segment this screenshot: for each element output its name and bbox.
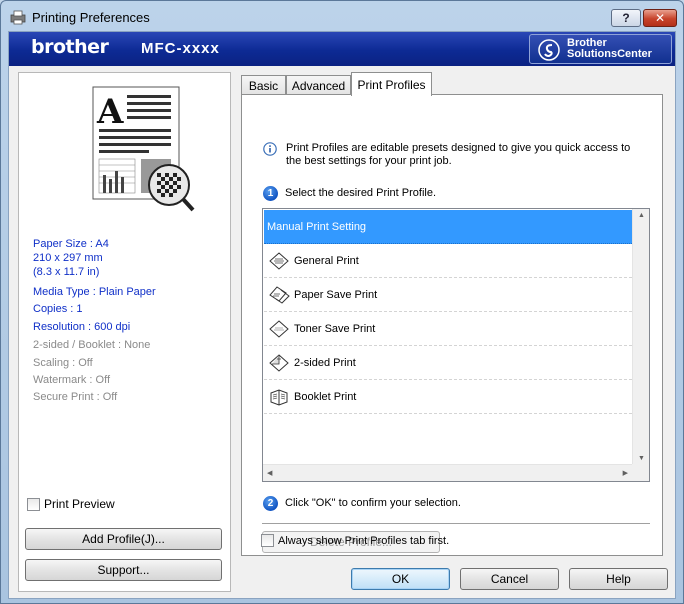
- always-show-checkbox[interactable]: [261, 534, 274, 547]
- print-profiles-panel: Print Profiles are editable presets desi…: [241, 94, 663, 556]
- tab-basic[interactable]: Basic: [241, 75, 286, 95]
- profile-label: General Print: [294, 254, 359, 267]
- ok-button[interactable]: OK: [351, 568, 450, 590]
- tab-advanced[interactable]: Advanced: [286, 75, 351, 95]
- list-item[interactable]: Paper Save Print: [264, 278, 632, 312]
- page-preview-image: A: [92, 86, 195, 212]
- scroll-up-icon[interactable]: ▲: [638, 212, 645, 219]
- scaling-info: Scaling : Off: [33, 357, 93, 369]
- booklet-icon: [270, 388, 288, 406]
- help-button[interactable]: Help: [569, 568, 668, 590]
- profile-label: Booklet Print: [294, 390, 357, 403]
- profile-label: 2-sided Print: [294, 356, 356, 369]
- paper-size-info: Paper Size : A4: [33, 238, 109, 250]
- svg-text:A: A: [96, 92, 124, 132]
- profile-label: Paper Save Print: [294, 288, 378, 301]
- support-button[interactable]: Support...: [25, 559, 222, 581]
- profiles-description: Print Profiles are editable presets desi…: [286, 142, 631, 167]
- watermark-info: Watermark : Off: [33, 374, 111, 386]
- copies-info: Copies : 1: [33, 303, 83, 315]
- list-item[interactable]: General Print: [264, 244, 632, 278]
- close-button[interactable]: ✕: [643, 9, 677, 27]
- vertical-scrollbar[interactable]: ▲ ▼: [632, 209, 649, 465]
- title-bar[interactable]: Printing Preferences ? ✕: [1, 1, 683, 31]
- printer-icon: [10, 10, 26, 25]
- print-preview-label: Print Preview: [44, 497, 115, 511]
- list-item[interactable]: Booklet Print: [264, 380, 632, 414]
- horizontal-scrollbar[interactable]: ◀ ▶: [263, 464, 632, 481]
- print-preview-checkbox[interactable]: [27, 497, 40, 511]
- scroll-corner: [632, 464, 649, 481]
- add-profile-button[interactable]: Add Profile(J)...: [25, 528, 222, 550]
- cancel-button[interactable]: Cancel: [460, 568, 559, 590]
- step-one-text: Select the desired Print Profile.: [285, 187, 437, 199]
- two-sided-info: 2-sided / Booklet : None: [33, 339, 151, 351]
- info-icon: [263, 142, 277, 156]
- brother-logo: brother: [31, 36, 109, 58]
- media-type-info: Media Type : Plain Paper: [33, 286, 156, 298]
- step-one-badge: 1: [263, 186, 278, 201]
- step-two-text: Click "OK" to confirm your selection.: [285, 497, 461, 509]
- profile-label: Manual Print Setting: [267, 220, 367, 233]
- always-show-checkbox-row[interactable]: Always show Print Profiles tab first.: [261, 534, 449, 547]
- printing-preferences-window: Printing Preferences ? ✕ brother MFC-xxx…: [0, 0, 684, 604]
- settings-summary-panel: A Paper Size: A4 210 x 297 mm (8.3 x 11…: [18, 72, 231, 592]
- scroll-right-icon[interactable]: ▶: [623, 469, 628, 477]
- brand-banner: brother MFC-xxxx Brother SolutionsCenter: [9, 32, 675, 66]
- list-item[interactable]: Manual Print Setting: [264, 210, 632, 244]
- resolution-info: Resolution : 600 dpi: [33, 321, 131, 333]
- profile-label: Toner Save Print: [294, 322, 376, 335]
- profile-list[interactable]: Manual Print Setting General Print Paper…: [262, 208, 650, 482]
- secure-print-info: Secure Print : Off: [33, 391, 118, 403]
- scroll-down-icon[interactable]: ▼: [638, 455, 645, 462]
- dialog-client: brother MFC-xxxx Brother SolutionsCenter…: [8, 31, 676, 599]
- toner-save-icon: [269, 319, 289, 338]
- two-sided-icon: [269, 353, 289, 372]
- always-show-label: Always show Print Profiles tab first.: [278, 534, 450, 547]
- list-item[interactable]: 2-sided Print: [264, 346, 632, 380]
- step-two-badge: 2: [263, 496, 278, 511]
- window-title: Printing Preferences: [32, 10, 150, 25]
- tab-print-profiles[interactable]: Print Profiles: [351, 72, 432, 96]
- model-name: MFC-xxxx: [141, 40, 220, 57]
- paper-dims-inch-info: (8.3 x 11.7 in): [33, 266, 100, 278]
- divider: [262, 523, 650, 525]
- solutions-center-label: Brother SolutionsCenter: [567, 37, 652, 60]
- print-preview-checkbox-row[interactable]: Print Preview: [27, 497, 115, 511]
- solutions-center-icon: [538, 39, 560, 61]
- paper-save-icon: [269, 285, 290, 304]
- paper-dims-info: 210 x 297 mm: [33, 252, 103, 264]
- help-title-button[interactable]: ?: [611, 9, 641, 27]
- general-print-icon: [269, 251, 289, 270]
- solutions-center-button[interactable]: Brother SolutionsCenter: [529, 34, 672, 64]
- scroll-left-icon[interactable]: ◀: [267, 469, 272, 477]
- list-item[interactable]: Toner Save Print: [264, 312, 632, 346]
